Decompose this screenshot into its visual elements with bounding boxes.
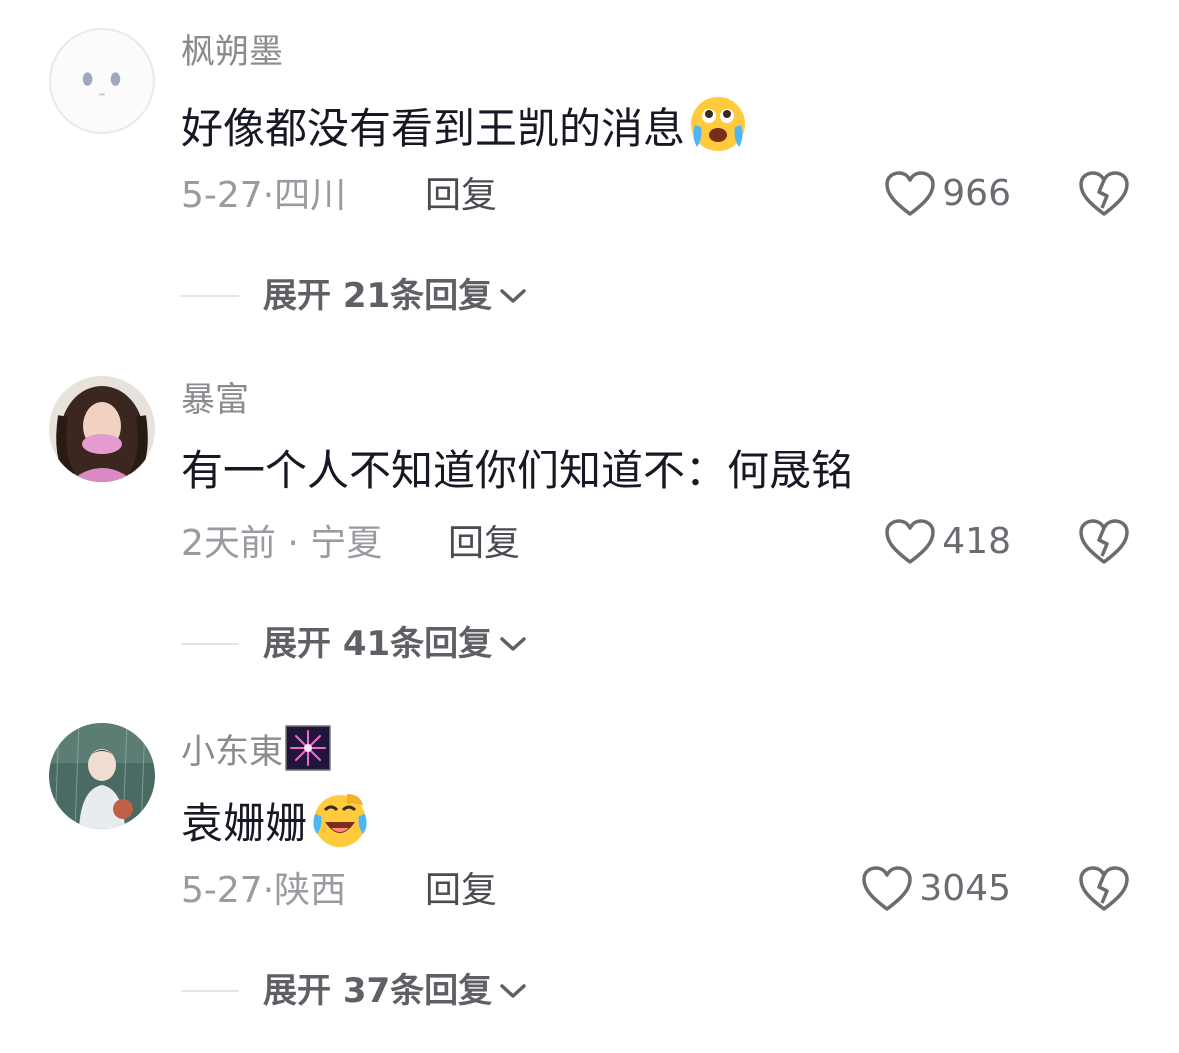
dislike-button[interactable]: [1078, 170, 1130, 218]
comment-text: 有一个人不知道你们知道不：何晟铭: [181, 443, 853, 499]
comment-item: 枫朔墨 好像都没有看到王凯的消息 5-27·四川 回复 966 展开 21条回复: [0, 0, 1179, 348]
chevron-down-icon: [500, 289, 526, 303]
comment-location: 陕西: [274, 870, 347, 911]
expand-replies-row: 展开 21条回复: [181, 272, 528, 320]
username[interactable]: 暴富: [181, 378, 249, 422]
username-text[interactable]: 小东東: [181, 732, 283, 772]
chevron-down-icon: [500, 984, 526, 998]
expand-replies-button[interactable]: 展开 37条回复: [263, 967, 528, 1015]
expand-replies-row: 展开 37条回复: [181, 967, 528, 1015]
comment-time: 5-27·: [181, 175, 275, 216]
expand-replies-button[interactable]: 展开 21条回复: [263, 272, 528, 320]
heart-icon: [862, 866, 913, 911]
comment-text: 袁姗姗: [181, 790, 369, 852]
comment-time: 2天前 ·: [181, 523, 299, 564]
expand-replies-label: 展开 37条回复: [263, 971, 493, 1011]
broken-heart-icon: [1079, 866, 1129, 911]
divider-line: [181, 990, 239, 992]
broken-heart-icon: [1079, 171, 1129, 216]
comment-body: 好像都没有看到王凯的消息: [181, 104, 686, 153]
heart-icon: [885, 171, 936, 216]
dislike-button[interactable]: [1078, 518, 1130, 566]
comment-meta: 5-27·陕西: [181, 867, 346, 915]
like-count: 418: [942, 521, 1011, 562]
comment-body: 袁姗姗: [181, 799, 308, 848]
reply-button[interactable]: 回复: [425, 867, 497, 915]
comment-item: 小东東 袁姗姗 5-27·陕西 回复 3045 展开 37条回复: [0, 695, 1179, 1043]
comment-location: 四川: [274, 175, 347, 216]
username: 小东東: [181, 725, 331, 774]
dislike-button[interactable]: [1078, 865, 1130, 913]
expand-replies-row: 展开 41条回复: [181, 620, 528, 668]
avatar[interactable]: [49, 376, 155, 482]
like-button[interactable]: 3045: [861, 865, 1011, 913]
comment-text: 好像都没有看到王凯的消息: [181, 95, 747, 157]
reply-button[interactable]: 回复: [448, 520, 520, 568]
divider-line: [181, 295, 239, 297]
like-button[interactable]: 966: [884, 170, 1011, 218]
laugh-cry-emoji-icon: [311, 790, 369, 848]
broken-heart-icon: [1079, 519, 1129, 564]
like-count: 3045: [919, 868, 1011, 909]
comment-item: 暴富 有一个人不知道你们知道不：何晟铭 2天前 · 宁夏 回复 418 展开 4…: [0, 348, 1179, 696]
fireworks-icon: [285, 725, 331, 771]
avatar[interactable]: [49, 28, 155, 134]
comment-time: 5-27·: [181, 870, 275, 911]
chevron-down-icon: [500, 637, 526, 651]
divider-line: [181, 643, 239, 645]
comment-meta: 2天前 · 宁夏: [181, 520, 382, 568]
comment-body: 有一个人不知道你们知道不：何晟铭: [181, 446, 854, 495]
comment-meta: 5-27·四川: [181, 172, 346, 220]
comment-location: 宁夏: [310, 523, 383, 564]
expand-replies-label: 展开 41条回复: [263, 624, 493, 664]
avatar[interactable]: [49, 723, 155, 829]
username[interactable]: 枫朔墨: [181, 30, 283, 74]
reply-button[interactable]: 回复: [425, 172, 497, 220]
like-button[interactable]: 418: [884, 518, 1011, 566]
expand-replies-button[interactable]: 展开 41条回复: [263, 620, 528, 668]
crying-face-emoji-icon: [689, 95, 747, 153]
heart-icon: [885, 519, 936, 564]
expand-replies-label: 展开 21条回复: [263, 276, 493, 316]
like-count: 966: [942, 173, 1011, 214]
